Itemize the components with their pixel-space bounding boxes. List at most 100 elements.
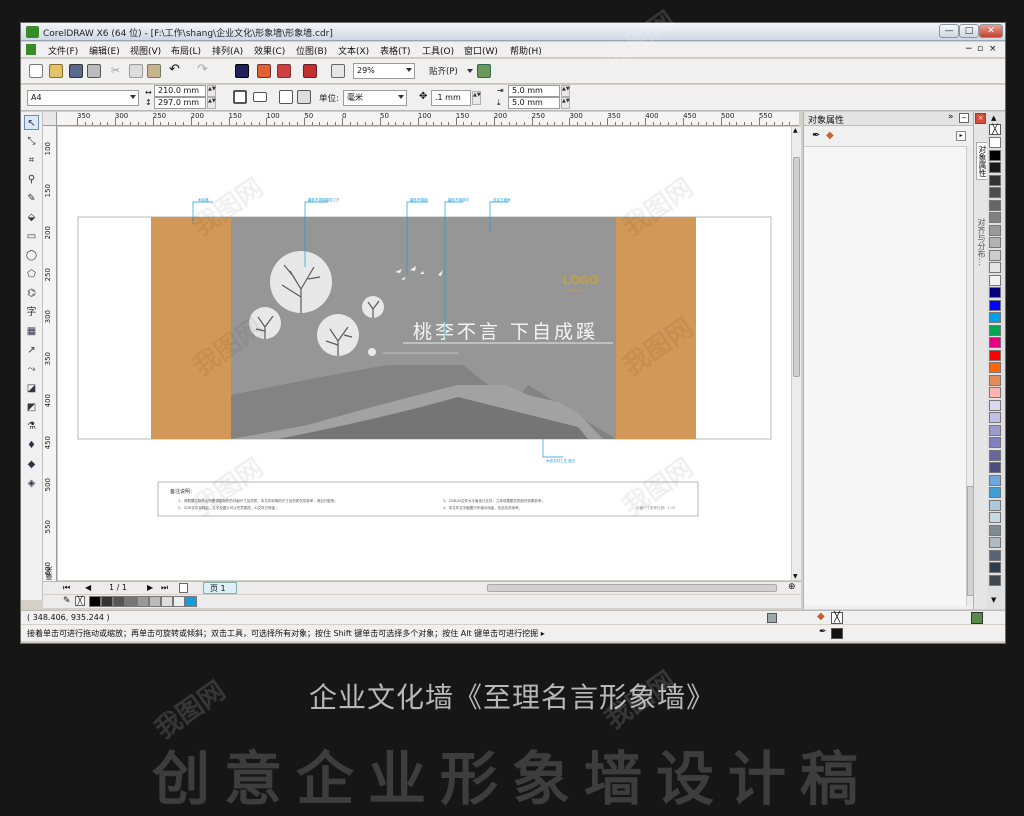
menu-table[interactable]: 表格(T)	[380, 44, 411, 57]
no-color-icon[interactable]: ╳	[75, 596, 85, 606]
menu-tools[interactable]: 工具(O)	[422, 44, 454, 57]
scroll-down-icon[interactable]: ▼	[793, 573, 798, 580]
save-icon[interactable]	[69, 64, 83, 78]
color-swatch[interactable]	[101, 596, 113, 607]
vertical-ruler[interactable]: 100 150 200 250 300 350 400 450 500 550 600 毫米	[43, 126, 57, 581]
color-swatch[interactable]	[113, 596, 125, 607]
color-swatch[interactable]	[989, 574, 1001, 586]
drawing-canvas[interactable]: LOGO COMPANY 桃李不言 下自成蹊 木纹墙 磨砂不锈钢腐蚀工艺 磨砂不…	[58, 127, 791, 580]
menu-layout[interactable]: 布局(L)	[171, 44, 201, 57]
color-swatch[interactable]	[989, 149, 1001, 161]
scroll-up-icon[interactable]: ▲	[793, 127, 798, 134]
menu-window[interactable]: 窗口(W)	[464, 44, 498, 57]
all-pages-icon[interactable]	[279, 90, 293, 104]
menu-file[interactable]: 文件(F)	[48, 44, 78, 57]
color-swatch[interactable]	[989, 437, 1001, 448]
palette-scroll-up-icon[interactable]: ▲	[991, 114, 996, 122]
add-page-icon[interactable]	[179, 583, 188, 593]
snap-dropdown-icon[interactable]	[467, 69, 473, 73]
color-swatch[interactable]	[989, 299, 1001, 311]
doc-restore-icon[interactable]: ▫	[977, 44, 983, 54]
color-swatch[interactable]	[989, 137, 1001, 148]
doc-minimize-icon[interactable]: −	[965, 44, 973, 54]
current-page-icon[interactable]	[297, 90, 311, 104]
palette-scroll-down-icon[interactable]: ▼	[991, 596, 996, 604]
menu-bitmaps[interactable]: 位图(B)	[296, 44, 327, 57]
maximize-button[interactable]: □	[959, 24, 979, 38]
color-swatch[interactable]	[149, 596, 161, 607]
landscape-icon[interactable]	[253, 92, 267, 102]
color-swatch[interactable]	[989, 312, 1001, 323]
duplicate-y-input[interactable]: 5.0 mm	[508, 97, 560, 109]
interactive-blend-icon[interactable]: ◪	[24, 381, 39, 396]
color-swatch[interactable]	[125, 596, 137, 607]
docker-expand-icon[interactable]: »	[948, 112, 954, 122]
unit-select[interactable]: 毫米	[343, 90, 407, 106]
tab-align-distribute[interactable]: 对齐与分布…	[976, 216, 987, 268]
color-swatch[interactable]	[989, 462, 1001, 473]
menu-view[interactable]: 视图(V)	[130, 44, 161, 57]
freehand-tool-icon[interactable]: ✎	[24, 191, 39, 206]
undo-icon[interactable]: ↶	[169, 63, 183, 77]
export-icon[interactable]	[277, 64, 291, 78]
nudge-distance-input[interactable]: .1 mm	[431, 90, 471, 106]
height-spinner[interactable]: ▲▼	[207, 97, 216, 109]
color-swatch[interactable]	[989, 187, 1001, 198]
menu-help[interactable]: 帮助(H)	[510, 44, 542, 57]
next-page-icon[interactable]: ▶	[147, 583, 153, 592]
color-swatch[interactable]	[989, 537, 1001, 548]
color-swatch[interactable]	[989, 162, 1001, 173]
color-swatch[interactable]	[989, 487, 1001, 498]
page-tab[interactable]: 页 1	[203, 582, 237, 594]
color-swatch[interactable]	[989, 237, 1001, 248]
new-document-icon[interactable]	[29, 64, 43, 78]
horizontal-scroll-thumb[interactable]	[487, 584, 777, 592]
color-swatch[interactable]	[989, 549, 1001, 561]
outline-pen-icon[interactable]: ✒	[812, 130, 820, 141]
portrait-icon[interactable]	[233, 90, 247, 104]
color-swatch[interactable]	[989, 274, 1001, 286]
docker-minimize-icon[interactable]: −	[959, 113, 969, 123]
polygon-tool-icon[interactable]: ⬠	[24, 267, 39, 282]
options-icon[interactable]	[477, 64, 491, 78]
color-swatch[interactable]	[185, 596, 197, 607]
page-size-select[interactable]: A4	[27, 90, 139, 106]
menu-text[interactable]: 文本(X)	[338, 44, 369, 57]
scroll-thumb-vertical[interactable]	[793, 157, 800, 377]
nudge-spinner[interactable]: ▲▼	[472, 91, 481, 105]
color-swatch[interactable]	[989, 324, 1001, 336]
crop-tool-icon[interactable]: ⌗	[24, 153, 39, 168]
outline-pen-icon[interactable]: ♦	[24, 438, 39, 453]
welcome-screen-icon[interactable]	[331, 64, 345, 78]
ruler-origin[interactable]	[43, 112, 57, 126]
color-swatch[interactable]	[989, 199, 1001, 211]
dup-x-spinner[interactable]: ▲▼	[561, 85, 570, 97]
rectangle-tool-icon[interactable]: ▭	[24, 229, 39, 244]
menu-edit[interactable]: 编辑(E)	[89, 44, 120, 57]
color-swatch[interactable]	[989, 449, 1001, 461]
color-swatch[interactable]	[989, 512, 1001, 523]
table-tool-icon[interactable]: ▦	[24, 324, 39, 339]
vertical-scrollbar[interactable]: ▲ ▼	[791, 127, 801, 580]
color-swatch[interactable]	[989, 524, 1001, 536]
print-icon[interactable]	[87, 64, 101, 78]
color-swatch[interactable]	[989, 499, 1001, 511]
eyedropper-tool-icon[interactable]: ⚗	[24, 419, 39, 434]
dup-y-spinner[interactable]: ▲▼	[561, 97, 570, 109]
docker-options-icon[interactable]: ▸	[956, 131, 966, 141]
basic-shapes-icon[interactable]: ⌬	[24, 286, 39, 301]
color-swatch[interactable]	[989, 424, 1001, 436]
menu-effects[interactable]: 效果(C)	[254, 44, 285, 57]
search-content-icon[interactable]	[235, 64, 249, 78]
fill-bucket-icon[interactable]: ◆	[826, 130, 834, 141]
color-profile-icon[interactable]	[767, 613, 777, 623]
zoom-navigator-icon[interactable]: ⊕	[788, 582, 796, 592]
color-swatch[interactable]	[989, 349, 1001, 361]
fill-tool-icon[interactable]: ◆	[24, 457, 39, 472]
color-swatch[interactable]	[989, 224, 1001, 236]
zoom-tool-icon[interactable]: ⚲	[24, 172, 39, 187]
page-height-input[interactable]: 297.0 mm	[154, 97, 206, 109]
width-spinner[interactable]: ▲▼	[207, 85, 216, 97]
zoom-level-select[interactable]: 29%	[353, 63, 415, 79]
prev-page-icon[interactable]: ◀	[85, 583, 91, 592]
